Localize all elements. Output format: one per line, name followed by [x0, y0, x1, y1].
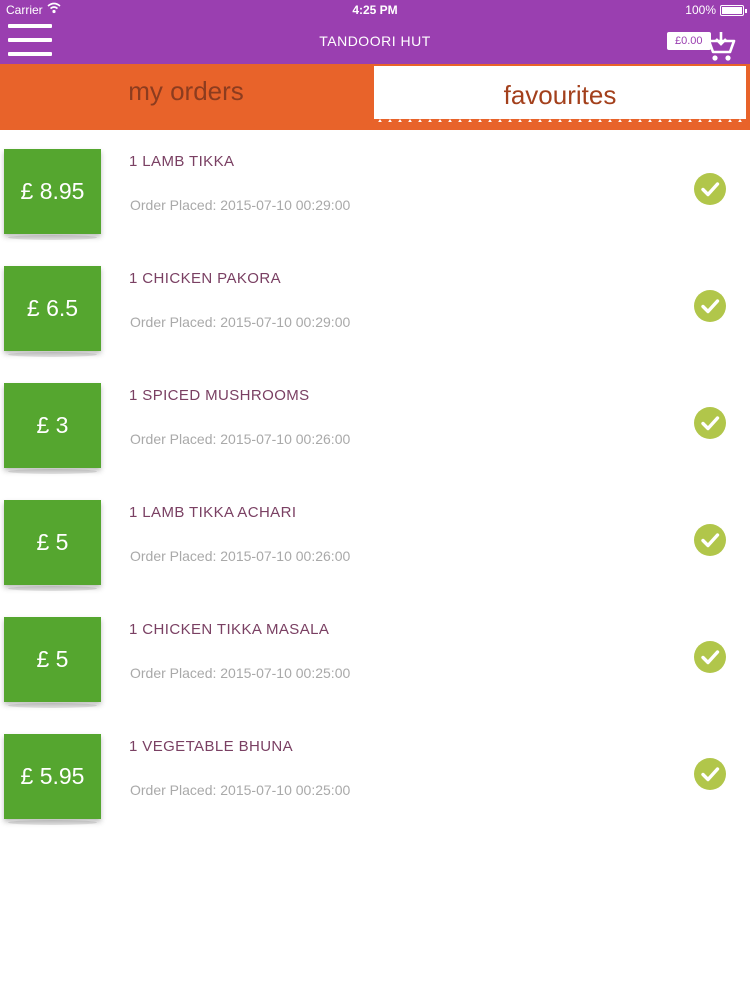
- price-badge: £ 5.95: [4, 734, 101, 825]
- check-icon[interactable]: [694, 290, 726, 322]
- tab-favourites-label: favourites: [503, 80, 617, 110]
- check-icon[interactable]: [694, 758, 726, 790]
- item-title: 1 CHICKEN TIKKA MASALA: [129, 621, 330, 638]
- order-date: Order Placed: 2015-07-10 00:25:00: [130, 665, 351, 681]
- order-date: Order Placed: 2015-07-10 00:26:00: [130, 548, 351, 564]
- clock-label: 4:25 PM: [352, 3, 398, 17]
- check-icon[interactable]: [694, 524, 726, 556]
- check-icon[interactable]: [694, 407, 726, 439]
- order-date: Order Placed: 2015-07-10 00:25:00: [130, 782, 351, 798]
- item-title: 1 LAMB TIKKA: [129, 153, 235, 170]
- item-title: 1 LAMB TIKKA ACHARI: [129, 504, 297, 521]
- order-date: Order Placed: 2015-07-10 00:26:00: [130, 431, 351, 447]
- list-item[interactable]: £ 5.95 1 VEGETABLE BHUNA Order Placed: 2…: [0, 715, 750, 832]
- order-date: Order Placed: 2015-07-10 00:29:00: [130, 197, 351, 213]
- list-item[interactable]: £ 5 1 LAMB TIKKA ACHARI Order Placed: 20…: [0, 481, 750, 598]
- list-item[interactable]: £ 3 1 SPICED MUSHROOMS Order Placed: 201…: [0, 364, 750, 481]
- list-item[interactable]: £ 5 1 CHICKEN TIKKA MASALA Order Placed:…: [0, 598, 750, 715]
- battery-percent: 100%: [685, 3, 716, 17]
- item-title: 1 VEGETABLE BHUNA: [129, 738, 294, 755]
- item-title: 1 CHICKEN PAKORA: [129, 270, 281, 287]
- cart-button[interactable]: £0.00: [667, 30, 737, 62]
- order-date: Order Placed: 2015-07-10 00:29:00: [130, 314, 351, 330]
- check-icon[interactable]: [694, 641, 726, 673]
- price-badge: £ 8.95: [4, 149, 101, 240]
- price-badge: £ 5: [4, 500, 101, 591]
- navigation-bar: Carrier 4:25 PM 100% TANDOORI HUT £0.00: [0, 0, 750, 64]
- app-title: TANDOORI HUT: [319, 33, 431, 49]
- item-title: 1 SPICED MUSHROOMS: [129, 387, 310, 404]
- list-item[interactable]: £ 8.95 1 LAMB TIKKA Order Placed: 2015-0…: [0, 130, 750, 247]
- battery-icon: [720, 5, 747, 16]
- status-bar: Carrier 4:25 PM 100%: [0, 0, 750, 20]
- list-item[interactable]: £ 6.5 1 CHICKEN PAKORA Order Placed: 201…: [0, 247, 750, 364]
- price-badge: £ 5: [4, 617, 101, 708]
- price-badge: £ 6.5: [4, 266, 101, 357]
- tab-bar: my orders favourites: [0, 64, 750, 130]
- tab-my-orders-label: my orders: [128, 76, 244, 106]
- check-icon[interactable]: [694, 173, 726, 205]
- price-badge: £ 3: [4, 383, 101, 474]
- app-screen: Carrier 4:25 PM 100% TANDOORI HUT £0.00: [0, 0, 750, 1000]
